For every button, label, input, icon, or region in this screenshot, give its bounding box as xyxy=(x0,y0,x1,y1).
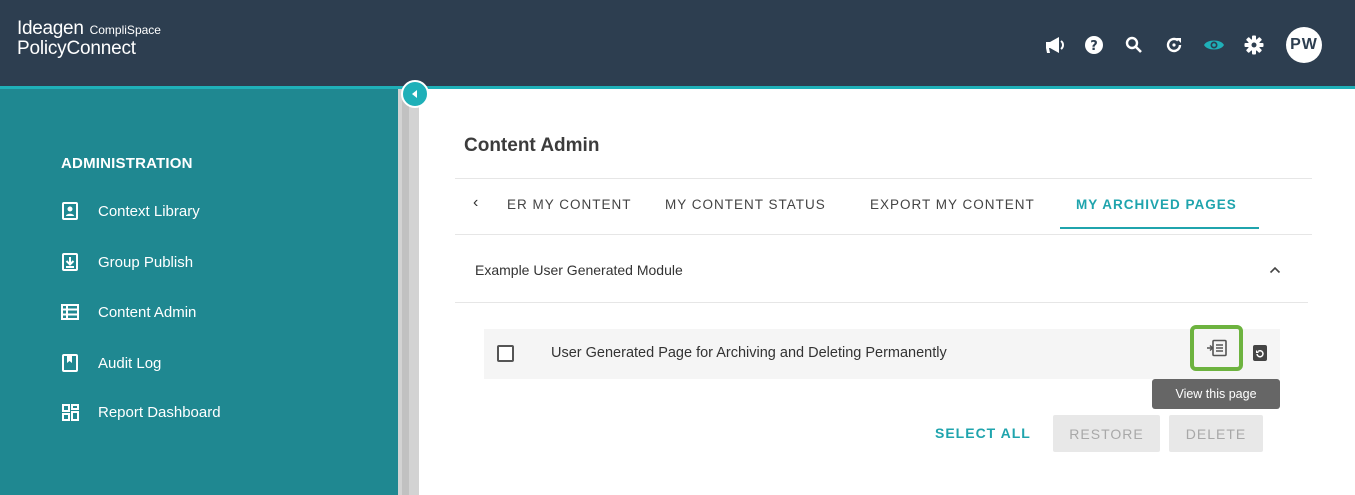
sidebar-item-label: Report Dashboard xyxy=(98,403,221,421)
tab-my-archived-pages[interactable]: MY ARCHIVED PAGES xyxy=(1076,197,1237,212)
view-page-icon xyxy=(1206,339,1227,357)
tab-bar: ‹ ER MY CONTENT MY CONTENT STATUS EXPORT… xyxy=(455,179,1312,234)
active-tab-indicator xyxy=(1060,227,1259,229)
download-box-icon xyxy=(61,253,79,271)
tab-export-my-content[interactable]: EXPORT MY CONTENT xyxy=(870,197,1035,212)
sidebar-item-label: Audit Log xyxy=(98,354,162,372)
tabs-scroll-left-icon[interactable]: ‹ xyxy=(473,194,478,212)
collapse-sidebar-button[interactable] xyxy=(401,80,429,108)
refresh-icon[interactable] xyxy=(1154,28,1194,62)
view-page-button[interactable] xyxy=(1190,325,1243,371)
sidebar-item-label: Content Admin xyxy=(98,303,197,321)
megaphone-icon[interactable] xyxy=(1034,28,1074,62)
brand-logo[interactable]: Ideagen CompliSpace PolicyConnect xyxy=(17,18,161,60)
tooltip: View this page xyxy=(1152,379,1280,409)
delete-button[interactable]: DELETE xyxy=(1169,415,1263,452)
sidebar-item-label: Group Publish xyxy=(98,253,194,271)
brand-sub: CompliSpace xyxy=(89,23,161,37)
sidebar-item-label: Context Library xyxy=(98,202,200,220)
product-name: PolicyConnect xyxy=(17,38,136,59)
top-bar: Ideagen CompliSpace PolicyConnect ? PW xyxy=(0,0,1355,86)
list-item: User Generated Page for Archiving and De… xyxy=(484,325,1280,379)
help-icon[interactable]: ? xyxy=(1074,28,1114,62)
chevron-up-icon[interactable] xyxy=(1267,262,1283,278)
chevron-left-icon xyxy=(412,90,417,98)
sidebar-item-report-dashboard[interactable]: Report Dashboard xyxy=(61,403,221,421)
restore-page-icon[interactable] xyxy=(1251,344,1269,362)
divider xyxy=(455,302,1308,303)
sidebar-item-group-publish[interactable]: Group Publish xyxy=(61,253,193,271)
divider xyxy=(455,234,1312,235)
sidebar xyxy=(0,89,398,495)
sidebar-item-audit-log[interactable]: Audit Log xyxy=(61,354,161,372)
sidebar-item-context-library[interactable]: Context Library xyxy=(61,202,200,220)
page-title: Content Admin xyxy=(464,135,600,156)
contact-card-icon xyxy=(61,202,79,220)
sidebar-scrollbar-thumb[interactable] xyxy=(402,89,409,495)
avatar[interactable]: PW xyxy=(1286,27,1322,63)
eye-icon[interactable] xyxy=(1194,28,1234,62)
row-checkbox[interactable] xyxy=(497,345,514,362)
list-icon xyxy=(61,303,79,321)
svg-text:?: ? xyxy=(1090,39,1098,54)
dashboard-icon xyxy=(61,403,79,421)
tab-my-content-status[interactable]: MY CONTENT STATUS xyxy=(665,197,826,212)
top-bar-actions: ? PW xyxy=(1034,27,1322,63)
gear-icon[interactable] xyxy=(1234,28,1274,62)
sidebar-item-content-admin[interactable]: Content Admin xyxy=(61,303,196,321)
select-all-button[interactable]: SELECT ALL xyxy=(935,425,1031,441)
brand-name: Ideagen xyxy=(17,18,84,39)
tab-transfer-my-content[interactable]: ER MY CONTENT xyxy=(507,197,632,212)
restore-button[interactable]: RESTORE xyxy=(1053,415,1160,452)
search-icon[interactable] xyxy=(1114,28,1154,62)
module-title[interactable]: Example User Generated Module xyxy=(475,262,683,278)
page-title-label: User Generated Page for Archiving and De… xyxy=(551,345,947,361)
book-icon xyxy=(61,354,79,372)
sidebar-heading: ADMINISTRATION xyxy=(61,155,193,172)
